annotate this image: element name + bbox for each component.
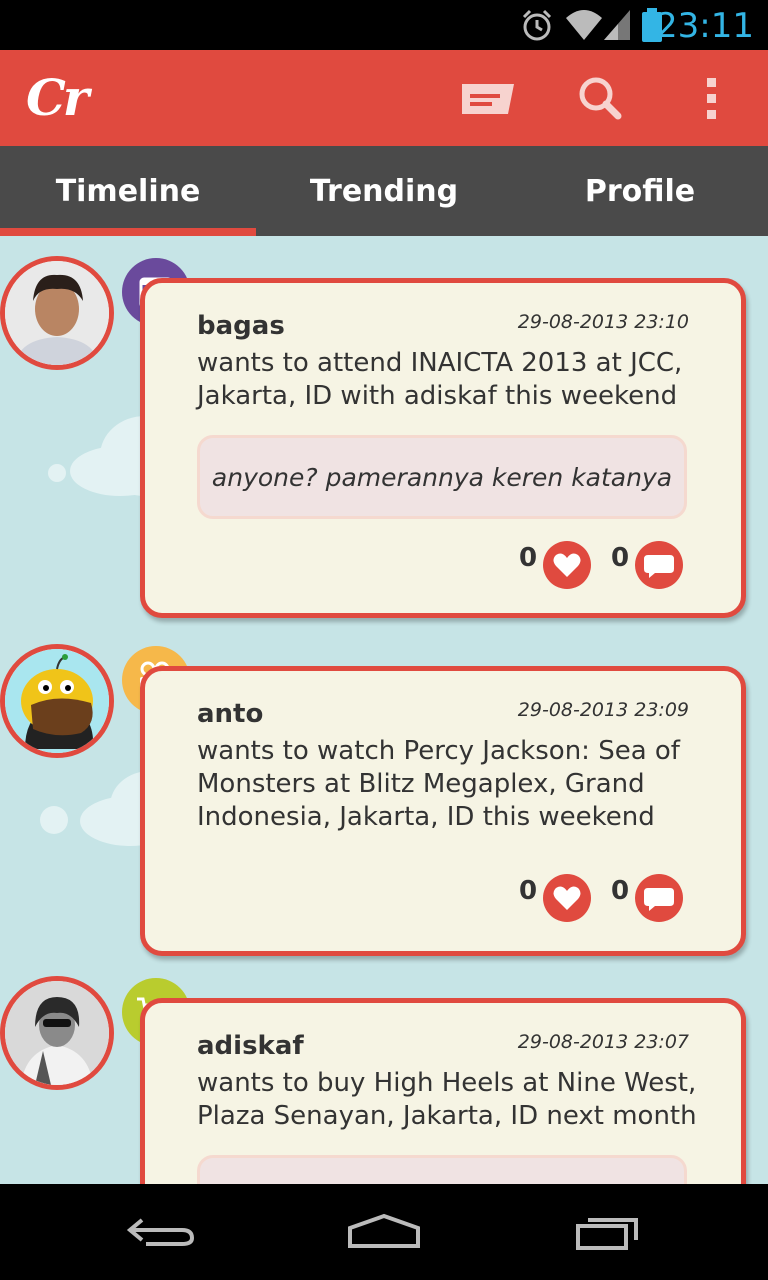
avatar[interactable] [0,976,114,1090]
search-icon [579,77,622,120]
clock: 23:11 [656,6,754,46]
like-count: 0 [519,876,538,906]
heart-icon [553,886,581,910]
home-button[interactable] [336,1208,432,1256]
speech-bubble-icon [644,888,674,911]
comment-button[interactable] [635,874,683,922]
avatar[interactable] [0,256,114,370]
like-button[interactable] [543,874,591,922]
post-timestamp: 29-08-2013 23:07 [517,1031,689,1053]
post-timestamp: 29-08-2013 23:09 [517,699,689,721]
speech-bubble-icon [644,555,674,578]
navigation-bar [0,1184,768,1280]
compose-button[interactable] [458,72,518,126]
post-card[interactable]: adiskaf 29-08-2013 23:07 wants to buy Hi… [140,998,746,1184]
like-count: 0 [519,543,538,573]
post-actions: 0 0 [489,541,689,591]
back-button[interactable] [112,1208,208,1256]
search-button[interactable] [572,72,632,126]
post-username[interactable]: bagas [197,311,285,341]
post-card[interactable]: bagas 29-08-2013 23:10 wants to attend I… [140,278,746,618]
tab-trending[interactable]: Trending [256,146,512,236]
compose-icon [462,84,514,114]
post-timestamp: 29-08-2013 23:10 [517,311,689,333]
recent-apps-button[interactable] [562,1208,658,1256]
cloud-decoration [48,464,66,482]
heart-icon [553,553,581,577]
alarm-icon [522,9,552,41]
post-card[interactable]: anto 29-08-2013 23:09 wants to watch Per… [140,666,746,956]
cloud-decoration [40,806,68,834]
post-comment: anyone? pamerannya keren katanya [197,435,687,519]
home-icon [348,1213,420,1248]
tab-profile[interactable]: Profile [512,146,768,236]
action-bar: Cr [0,50,768,146]
tab-timeline[interactable]: Timeline [0,146,256,236]
post-message: wants to watch Percy Jackson: Sea of Mon… [197,736,680,832]
comment-count: 0 [611,876,630,906]
signal-icon [604,10,630,40]
timeline-feed[interactable]: bagas 29-08-2013 23:10 wants to attend I… [0,236,768,1184]
tab-bar: Timeline Trending Profile [0,146,768,236]
avatar[interactable] [0,644,114,758]
post-actions: 0 0 [489,874,689,924]
post-comment [197,1155,687,1184]
status-bar: 23:11 [0,0,768,50]
overflow-menu-icon [707,78,716,119]
recent-apps-icon [576,1218,638,1250]
comment-button[interactable] [635,541,683,589]
user-photo [5,981,109,1085]
post-username[interactable]: anto [197,699,263,729]
wifi-icon [566,10,602,40]
post-message: wants to attend INAICTA 2013 at JCC, Jak… [197,348,683,411]
back-icon [126,1218,195,1246]
comment-count: 0 [611,543,630,573]
like-button[interactable] [543,541,591,589]
user-photo [5,649,109,753]
user-photo [5,261,109,365]
overflow-menu-button[interactable] [682,72,742,126]
app-logo: Cr [26,68,89,127]
post-message: wants to buy High Heels at Nine West, Pl… [197,1068,697,1131]
post-username[interactable]: adiskaf [197,1031,304,1061]
